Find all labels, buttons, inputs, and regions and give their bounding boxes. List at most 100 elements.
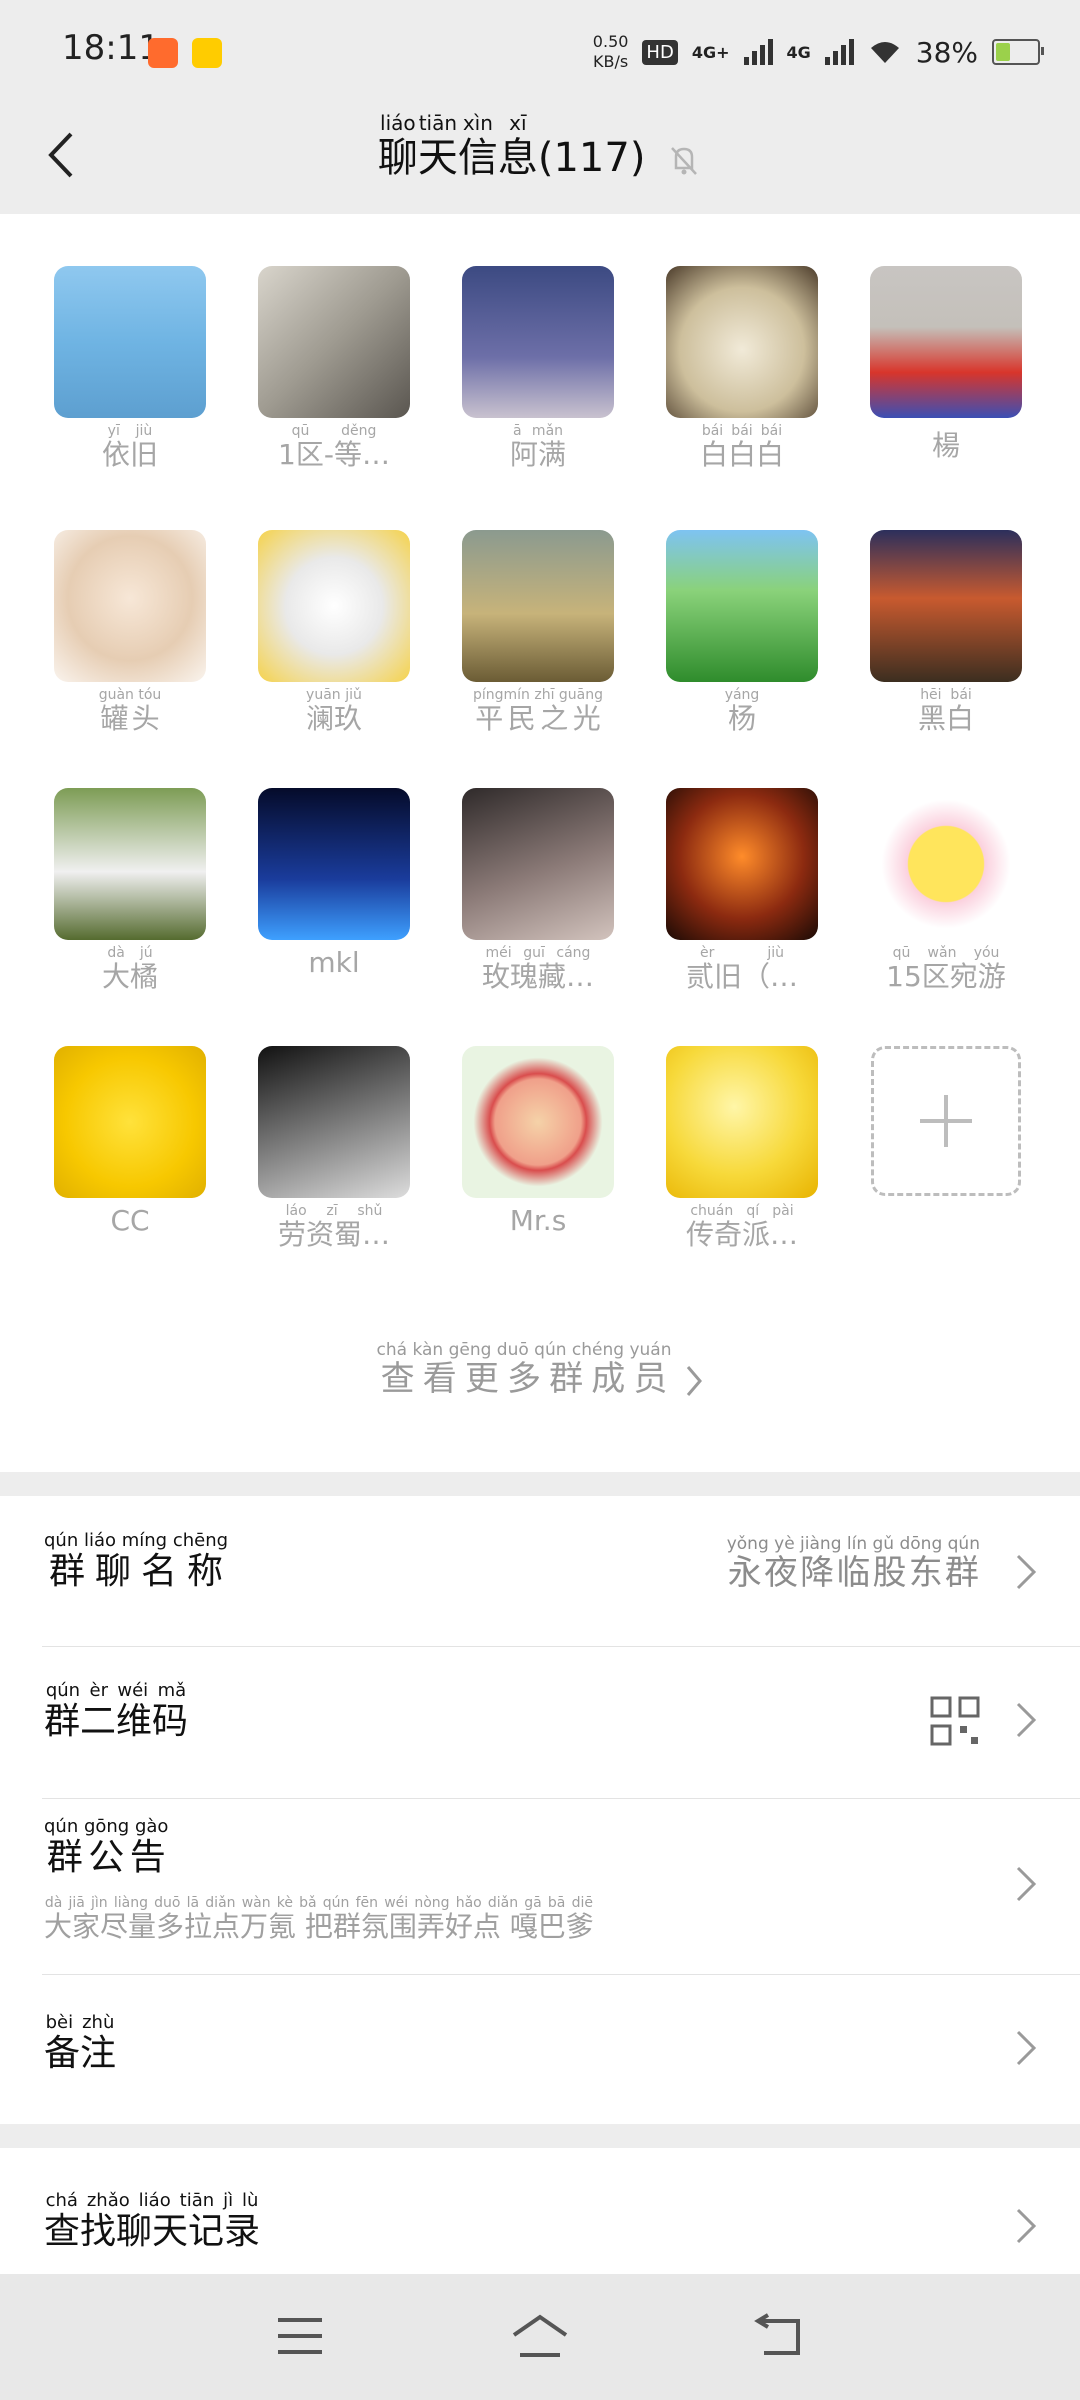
view-more-members-button[interactable]: 查看更多群成员chá kàn gēng duō qún chéng yuán bbox=[0, 1340, 1080, 1400]
member-tile[interactable]: 玫瑰藏…méi guī cáng bbox=[458, 788, 618, 995]
qr-code-icon bbox=[930, 1696, 980, 1746]
sunset-rabbit-avatar[interactable] bbox=[870, 530, 1022, 682]
member-tile[interactable]: 依旧yī jiù bbox=[50, 266, 210, 473]
member-tile[interactable]: 白白白bái bái bái bbox=[662, 266, 822, 473]
add-member-tile[interactable] bbox=[866, 1046, 1026, 1196]
group-qr-row[interactable]: 群二维码qún èr wéi mǎ bbox=[0, 1648, 1080, 1796]
group-name-row[interactable]: 群聊名称qún liáo míng chēng 永夜降临股东群yǒng yè j… bbox=[0, 1496, 1080, 1644]
member-name: Mr.s bbox=[509, 1204, 567, 1237]
member-name: 传奇派…chuán qí pài bbox=[685, 1203, 798, 1251]
chevron-right-icon bbox=[687, 1365, 703, 1396]
member-tile[interactable]: mkl bbox=[254, 788, 414, 979]
remark-label: 备注bèi zhù bbox=[44, 2012, 117, 2074]
home-icon bbox=[512, 2314, 568, 2357]
dog-grass-avatar[interactable] bbox=[54, 788, 206, 940]
home-button[interactable] bbox=[500, 2304, 580, 2368]
member-tile[interactable]: 大橘dà jú bbox=[50, 788, 210, 995]
members-grid: 依旧yī jiù 1区-等…qū děng 阿满ā mǎn 白白白bái bái bá… bbox=[0, 214, 1080, 1472]
member-tile[interactable]: 传奇派…chuán qí pài bbox=[662, 1046, 822, 1253]
member-name: 楊 bbox=[931, 429, 960, 462]
mute-bell-icon bbox=[671, 147, 698, 175]
member-tile[interactable]: CC bbox=[50, 1046, 210, 1237]
title-text: 聊liáo天tiān信xìn息xī bbox=[377, 111, 538, 181]
pikachu-avatar[interactable] bbox=[54, 1046, 206, 1198]
plus-icon bbox=[920, 1095, 972, 1147]
back-nav-button[interactable] bbox=[740, 2304, 820, 2368]
member-tile[interactable]: 阿满ā mǎn bbox=[458, 266, 618, 473]
member-name: mkl bbox=[308, 946, 360, 979]
app-notification-icon bbox=[192, 38, 222, 68]
search-chat-history-row[interactable]: 查找聊天记录chá zhǎo liáo tiān jì lù bbox=[0, 2148, 1080, 2274]
member-tile[interactable]: 楊 bbox=[866, 266, 1026, 464]
member-tile[interactable]: 劳资蜀…láo zī shǔ bbox=[254, 1046, 414, 1253]
page-title: 聊liáo天tiān信xìn息xī(117) bbox=[0, 111, 1080, 183]
member-tile[interactable]: 1区-等…qū děng bbox=[254, 266, 414, 473]
member-name: 1区-等…qū děng bbox=[278, 423, 390, 471]
member-tile[interactable]: 杨yáng bbox=[662, 530, 822, 737]
announcement-row[interactable]: 群公告qún gōng gào 大家尽量多拉点万氪 把群氛围弄好点 嘎巴爹dà … bbox=[0, 1800, 1080, 1972]
chevron-right-icon bbox=[1016, 1554, 1037, 1590]
smiley-face-avatar[interactable] bbox=[666, 1046, 818, 1198]
status-bar: 18:11 0.50 KB/s HD 4G+ 4G 38% bbox=[0, 0, 1080, 100]
add-member-button[interactable] bbox=[871, 1046, 1021, 1196]
member-tile[interactable]: 黑白hēi bái bbox=[866, 530, 1026, 737]
cat-avatar[interactable] bbox=[666, 266, 818, 418]
signal-icon bbox=[824, 39, 854, 65]
anime-man-avatar[interactable] bbox=[462, 788, 614, 940]
menu-button[interactable] bbox=[260, 2304, 340, 2368]
member-tile[interactable]: 澜玖yuān jiǔ bbox=[254, 530, 414, 737]
wifi-icon bbox=[870, 42, 899, 63]
remark-row[interactable]: 备注bèi zhù bbox=[0, 1976, 1080, 2124]
grassland-avatar[interactable] bbox=[666, 530, 818, 682]
chevron-right-icon bbox=[1016, 1702, 1037, 1738]
bear-mirror-avatar[interactable] bbox=[462, 1046, 614, 1198]
fries-avatar[interactable] bbox=[870, 788, 1022, 940]
battery-fill bbox=[996, 43, 1011, 61]
battery-percent: 38% bbox=[915, 35, 978, 69]
eiffel-tower-avatar[interactable] bbox=[462, 530, 614, 682]
child-cat-avatar[interactable] bbox=[258, 1046, 410, 1198]
member-name: 白白白bái bái bái bbox=[699, 423, 784, 471]
member-tile[interactable]: 贰旧（…èr jiù bbox=[662, 788, 822, 995]
member-tile[interactable]: 15区宛游qū wǎn yóu bbox=[866, 788, 1026, 995]
member-name: 平民之光píngmín zhī guāng bbox=[472, 687, 604, 735]
member-name: 贰旧（…èr jiù bbox=[685, 945, 798, 993]
system-nav-bar bbox=[0, 2274, 1080, 2400]
member-name: 劳资蜀…láo zī shǔ bbox=[277, 1203, 390, 1251]
announcement-text: 大家尽量多拉点万氪 把群氛围弄好点 嘎巴爹dà jiā jìn liàng du… bbox=[44, 1895, 594, 1943]
creation-painting-avatar[interactable] bbox=[258, 266, 410, 418]
white-dragon-avatar[interactable] bbox=[258, 530, 410, 682]
fountain-night-avatar[interactable] bbox=[258, 788, 410, 940]
network-type-label: 4G bbox=[786, 42, 811, 62]
member-name: 大橘dà jú bbox=[101, 945, 158, 993]
praying-child-avatar[interactable] bbox=[54, 530, 206, 682]
member-name: 杨yáng bbox=[724, 687, 760, 735]
beach-person-avatar[interactable] bbox=[54, 266, 206, 418]
net-speed: 0.50 KB/s bbox=[592, 32, 629, 71]
app-notification-icon bbox=[148, 38, 178, 68]
member-name: 15区宛游qū wǎn yóu bbox=[886, 945, 1006, 993]
group-name-label: 群聊名称qún liáo míng chēng bbox=[44, 1530, 229, 1592]
member-name: 阿满ā mǎn bbox=[509, 423, 566, 471]
ultraman-avatar[interactable] bbox=[870, 266, 1022, 418]
view-more-label: 查看更多群成员chá kàn gēng duō qún chéng yuán bbox=[376, 1340, 672, 1399]
member-name: 罐头guàn tóu bbox=[98, 687, 162, 735]
hd-icon: HD bbox=[642, 39, 678, 65]
girl-avatar[interactable] bbox=[462, 266, 614, 418]
chevron-right-icon bbox=[1016, 1866, 1037, 1902]
announcement-label: 群公告qún gōng gào bbox=[44, 1816, 169, 1878]
member-tile[interactable]: Mr.s bbox=[458, 1046, 618, 1237]
signal-icon bbox=[743, 39, 773, 65]
status-time: 18:11 bbox=[62, 28, 160, 68]
menu-icon bbox=[278, 2318, 322, 2354]
search-chat-history-label: 查找聊天记录chá zhǎo liáo tiān jì lù bbox=[44, 2190, 261, 2252]
member-count: (117) bbox=[537, 135, 646, 181]
member-name: 黑白hēi bái bbox=[917, 687, 974, 735]
member-name: 澜玖yuān jiǔ bbox=[305, 687, 362, 735]
header: 聊liáo天tiān信xìn息xī(117) bbox=[0, 100, 1080, 214]
return-icon bbox=[754, 2313, 800, 2355]
member-tile[interactable]: 平民之光píngmín zhī guāng bbox=[458, 530, 618, 737]
warrior-fire-avatar[interactable] bbox=[666, 788, 818, 940]
divider bbox=[42, 1798, 1080, 1799]
member-tile[interactable]: 罐头guàn tóu bbox=[50, 530, 210, 737]
